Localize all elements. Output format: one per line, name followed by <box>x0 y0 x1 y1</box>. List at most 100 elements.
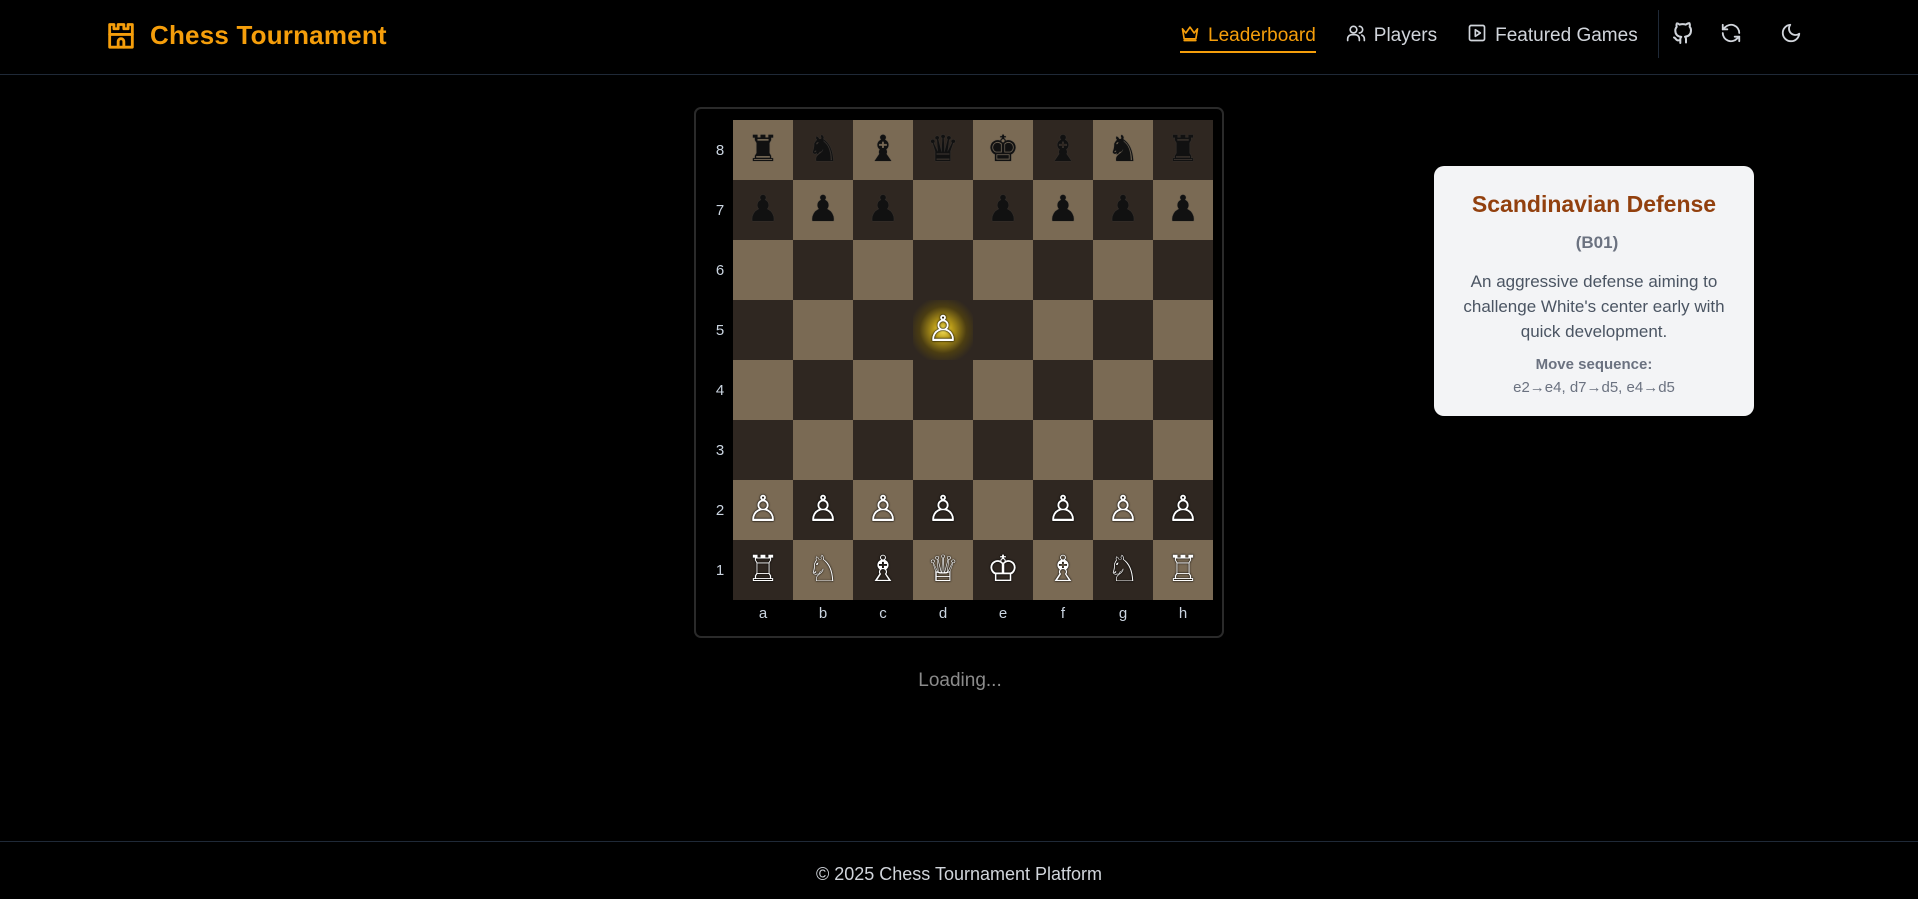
brand[interactable]: Chess Tournament <box>104 16 387 55</box>
square-g8[interactable]: ♞ <box>1093 120 1153 180</box>
opening-card: Scandinavian Defense (B01) An aggressive… <box>1434 166 1754 416</box>
chess-piece: ♖ <box>746 549 780 590</box>
square-c4[interactable] <box>853 360 913 420</box>
square-h5[interactable] <box>1153 300 1213 360</box>
square-c2[interactable]: ♙ <box>853 480 913 540</box>
square-h4[interactable] <box>1153 360 1213 420</box>
square-d3[interactable] <box>913 420 973 480</box>
square-e6[interactable] <box>973 240 1033 300</box>
square-a5[interactable] <box>733 300 793 360</box>
main-nav: Leaderboard Players Featured Games <box>1180 0 1668 72</box>
rank-label: 6 <box>715 261 725 279</box>
chess-piece: ♗ <box>1046 549 1080 590</box>
square-f4[interactable] <box>1033 360 1093 420</box>
square-h2[interactable]: ♙ <box>1153 480 1213 540</box>
square-h6[interactable] <box>1153 240 1213 300</box>
square-g7[interactable]: ♟ <box>1093 180 1153 240</box>
move-sequence: e2→e4, d7→d5, e4→d5 <box>1513 379 1675 396</box>
square-g3[interactable] <box>1093 420 1153 480</box>
chess-piece: ♟ <box>746 189 780 230</box>
chess-piece: ♝ <box>866 129 900 170</box>
square-a3[interactable] <box>733 420 793 480</box>
square-b3[interactable] <box>793 420 853 480</box>
chess-piece: ♟ <box>806 189 840 230</box>
crown-icon <box>1180 23 1200 49</box>
opening-name: Scandinavian Defense <box>1471 191 1717 217</box>
chess-piece: ♗ <box>866 549 900 590</box>
square-e7[interactable]: ♟ <box>973 180 1033 240</box>
nav-players[interactable]: Players <box>1346 23 1437 49</box>
square-c6[interactable] <box>853 240 913 300</box>
file-label: g <box>1118 604 1128 622</box>
square-b4[interactable] <box>793 360 853 420</box>
chess-piece: ♖ <box>1166 549 1200 590</box>
square-h7[interactable]: ♟ <box>1153 180 1213 240</box>
square-f5[interactable] <box>1033 300 1093 360</box>
square-f6[interactable] <box>1033 240 1093 300</box>
square-b8[interactable]: ♞ <box>793 120 853 180</box>
square-e3[interactable] <box>973 420 1033 480</box>
theme-toggle-button[interactable] <box>1776 20 1806 50</box>
square-e5[interactable] <box>973 300 1033 360</box>
chess-board: ♜ ♞ ♝ ♛ ♚ ♝ ♞ ♜ ♟ ♟ ♟ ♟ ♟ ♟ ♟ ♙ ♙ ♙ ♙ ♙ ♙ ♙ ♙ ♖ ♘ ♗ ♕ ♔ ♗ ♘ ♖ <box>733 120 1213 600</box>
nav-featured-games[interactable]: Featured Games <box>1467 23 1638 49</box>
file-label: h <box>1178 604 1188 622</box>
chess-piece: ♞ <box>806 129 840 170</box>
square-b2[interactable]: ♙ <box>793 480 853 540</box>
square-d2[interactable]: ♙ <box>913 480 973 540</box>
square-f8[interactable]: ♝ <box>1033 120 1093 180</box>
square-g6[interactable] <box>1093 240 1153 300</box>
chess-piece: ♔ <box>986 549 1020 590</box>
square-d7[interactable] <box>913 180 973 240</box>
square-c3[interactable] <box>853 420 913 480</box>
square-f7[interactable]: ♟ <box>1033 180 1093 240</box>
square-a8[interactable]: ♜ <box>733 120 793 180</box>
chess-piece: ♙ <box>746 489 780 530</box>
square-d1[interactable]: ♕ <box>913 540 973 600</box>
square-f2[interactable]: ♙ <box>1033 480 1093 540</box>
rank-label: 3 <box>715 441 725 459</box>
file-label: e <box>998 604 1008 622</box>
chess-piece: ♙ <box>806 489 840 530</box>
rank-label: 1 <box>715 561 725 579</box>
square-h1[interactable]: ♖ <box>1153 540 1213 600</box>
square-g4[interactable] <box>1093 360 1153 420</box>
square-d5[interactable]: ♙ <box>913 300 973 360</box>
move-sequence-label: Move sequence: <box>1535 356 1653 373</box>
brand-title: Chess Tournament <box>150 20 387 50</box>
refresh-icon <box>1720 22 1742 49</box>
chess-piece: ♙ <box>1046 489 1080 530</box>
square-b7[interactable]: ♟ <box>793 180 853 240</box>
square-d4[interactable] <box>913 360 973 420</box>
github-button[interactable] <box>1668 20 1698 50</box>
square-f1[interactable]: ♗ <box>1033 540 1093 600</box>
square-a7[interactable]: ♟ <box>733 180 793 240</box>
square-c7[interactable]: ♟ <box>853 180 913 240</box>
square-d6[interactable] <box>913 240 973 300</box>
square-f3[interactable] <box>1033 420 1093 480</box>
square-c8[interactable]: ♝ <box>853 120 913 180</box>
square-b6[interactable] <box>793 240 853 300</box>
refresh-button[interactable] <box>1716 20 1746 50</box>
square-g1[interactable]: ♘ <box>1093 540 1153 600</box>
square-e8[interactable]: ♚ <box>973 120 1033 180</box>
square-a4[interactable] <box>733 360 793 420</box>
square-a6[interactable] <box>733 240 793 300</box>
square-a1[interactable]: ♖ <box>733 540 793 600</box>
nav-leaderboard[interactable]: Leaderboard <box>1180 23 1316 53</box>
square-e2[interactable] <box>973 480 1033 540</box>
square-e1[interactable]: ♔ <box>973 540 1033 600</box>
castle-icon <box>104 16 138 55</box>
square-b5[interactable] <box>793 300 853 360</box>
square-g5[interactable] <box>1093 300 1153 360</box>
square-c5[interactable] <box>853 300 913 360</box>
square-c1[interactable]: ♗ <box>853 540 913 600</box>
square-e4[interactable] <box>973 360 1033 420</box>
square-h3[interactable] <box>1153 420 1213 480</box>
chess-piece: ♟ <box>866 189 900 230</box>
square-b1[interactable]: ♘ <box>793 540 853 600</box>
square-h8[interactable]: ♜ <box>1153 120 1213 180</box>
square-a2[interactable]: ♙ <box>733 480 793 540</box>
square-g2[interactable]: ♙ <box>1093 480 1153 540</box>
square-d8[interactable]: ♛ <box>913 120 973 180</box>
